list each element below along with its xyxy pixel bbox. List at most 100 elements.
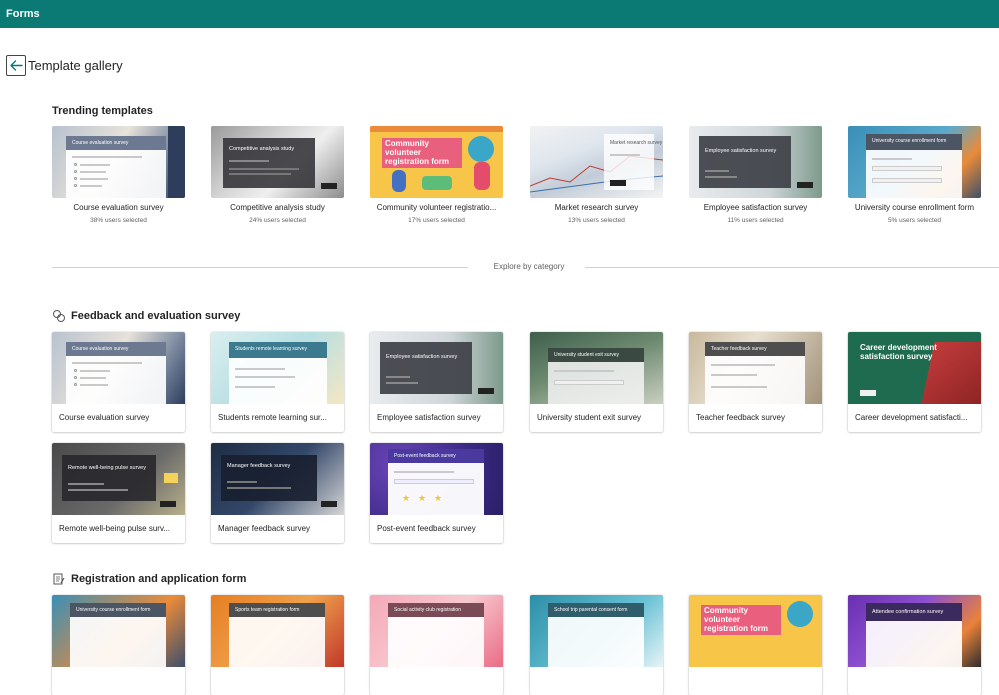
template-card-attendee-confirmation[interactable]: Attendee confirmation survey (848, 595, 981, 695)
template-card-career-development[interactable]: Career development satisfaction survey C… (848, 332, 981, 432)
registration-heading-label: Registration and application form (71, 573, 247, 585)
feedback-category-icon (52, 309, 66, 323)
registration-category-icon (52, 572, 66, 586)
thumbnail-title: Sports team registration form (235, 607, 300, 613)
template-thumbnail: School trip parental consent form (530, 595, 663, 667)
star-icon: ★ (418, 493, 427, 503)
template-thumbnail: Social activity club registration (370, 595, 503, 667)
thumbnail-title: Course evaluation survey (72, 346, 129, 352)
template-thumbnail: Remote well-being pulse survey (52, 443, 185, 515)
template-thumbnail: Course evaluation survey (52, 126, 185, 198)
template-thumbnail: Competitive analysis study (211, 126, 344, 198)
template-card-university-student-exit[interactable]: University student exit survey Universit… (530, 332, 663, 432)
template-name: University student exit survey (537, 413, 642, 422)
page-title: Template gallery (28, 58, 123, 73)
app-name[interactable]: Forms (6, 8, 40, 20)
template-thumbnail: University course enrollment form (52, 595, 185, 667)
template-thumbnail: Employee satisfaction survey (370, 332, 503, 404)
thumbnail-title: Employee satisfaction survey (386, 354, 458, 360)
thumbnail-title: Students remote learning survey (235, 346, 307, 352)
usage-percentage: 24% users selected (249, 217, 306, 224)
template-thumbnail: Teacher feedback survey (689, 332, 822, 404)
thumbnail-title: Post-event feedback survey (394, 453, 456, 459)
usage-percentage: 5% users selected (887, 217, 942, 224)
template-card-post-event-feedback[interactable]: Post-event feedback survey ★ ★ ★ Post-ev… (370, 443, 503, 543)
template-thumbnail: Post-event feedback survey ★ ★ ★ (370, 443, 503, 515)
template-card-school-trip-consent[interactable]: School trip parental consent form (530, 595, 663, 695)
template-name: Career development satisfacti... (855, 413, 968, 422)
thumbnail-title: Attendee confirmation survey (872, 609, 944, 615)
star-icon: ★ (402, 493, 411, 503)
template-thumbnail: University course enrollment form (848, 126, 981, 198)
template-name: Manager feedback survey (218, 524, 311, 533)
thumbnail-title: Market research survey (610, 140, 663, 146)
divider-right (585, 267, 999, 268)
feedback-heading-label: Feedback and evaluation survey (71, 310, 241, 322)
template-thumbnail: Market research survey (530, 126, 663, 198)
thumbnail-title: Teacher feedback survey (711, 346, 767, 352)
template-name: Market research survey (554, 203, 639, 212)
template-card-manager-feedback[interactable]: Manager feedback survey Manager feedback… (211, 443, 344, 543)
trending-template-course-evaluation[interactable]: Course evaluation survey Course evaluati… (52, 126, 185, 224)
trending-template-university-enrollment[interactable]: University course enrollment form Univer… (848, 126, 981, 224)
template-card-teacher-feedback[interactable]: Teacher feedback survey Teacher feedback… (689, 332, 822, 432)
thumbnail-title: Manager feedback survey (227, 463, 291, 469)
template-name: Employee satisfaction survey (377, 413, 481, 422)
thumbnail-title: University student exit survey (554, 352, 620, 358)
template-thumbnail: Manager feedback survey (211, 443, 344, 515)
template-name: Course evaluation survey (59, 413, 150, 422)
divider-left (52, 267, 468, 268)
template-thumbnail: Employee satisfaction survey (689, 126, 822, 198)
template-thumbnail: University student exit survey (530, 332, 663, 404)
usage-percentage: 13% users selected (568, 217, 625, 224)
template-thumbnail: Attendee confirmation survey (848, 595, 981, 667)
trending-template-employee-satisfaction[interactable]: Employee satisfaction survey Employee sa… (689, 126, 822, 224)
template-name: Community volunteer registratio... (376, 203, 497, 212)
top-bar: Forms (0, 0, 999, 28)
thumbnail-title: School trip parental consent form (554, 607, 628, 613)
template-card-sports-team[interactable]: Sports team registration form (211, 595, 344, 695)
template-card-community-volunteer[interactable]: Community volunteer registration form (689, 595, 822, 695)
thumbnail-title: Course evaluation survey (72, 140, 129, 146)
feedback-heading: Feedback and evaluation survey (52, 309, 240, 323)
template-name: Employee satisfaction survey (703, 203, 808, 212)
trending-heading: Trending templates (52, 105, 153, 117)
template-name: Competitive analysis study (230, 203, 325, 212)
template-card-employee-satisfaction[interactable]: Employee satisfaction survey Employee sa… (370, 332, 503, 432)
thumbnail-title: Community volunteer registration form (701, 605, 781, 636)
thumbnail-title: Competitive analysis study (229, 146, 295, 152)
star-icon: ★ (434, 493, 443, 503)
template-card-social-activity-club[interactable]: Social activity club registration (370, 595, 503, 695)
thumbnail-title: University course enrollment form (76, 607, 151, 613)
template-thumbnail: Community volunteer registration form (689, 595, 822, 667)
arrow-left-icon (9, 60, 23, 71)
usage-percentage: 17% users selected (408, 217, 465, 224)
thumbnail-title: Community volunteer registration form (382, 138, 462, 169)
template-thumbnail: Course evaluation survey (52, 332, 185, 404)
registration-heading: Registration and application form (52, 572, 246, 586)
trending-heading-label: Trending templates (52, 105, 153, 117)
template-card-course-evaluation[interactable]: Course evaluation survey Course evaluati… (52, 332, 185, 432)
thumbnail-title: University course enrollment form (872, 138, 947, 144)
usage-percentage: 38% users selected (90, 217, 147, 224)
template-name: Teacher feedback survey (696, 413, 785, 422)
template-name: Course evaluation survey (73, 203, 164, 212)
thumbnail-title: Career development satisfaction survey (860, 343, 937, 361)
template-card-remote-wellbeing[interactable]: Remote well-being pulse survey Remote we… (52, 443, 185, 543)
back-button[interactable] (6, 55, 26, 76)
template-card-university-enrollment[interactable]: University course enrollment form (52, 595, 185, 695)
template-name: University course enrollment form (854, 203, 975, 212)
trending-template-market-research[interactable]: Market research survey Market research s… (530, 126, 663, 224)
thumbnail-title: Employee satisfaction survey (705, 148, 777, 154)
template-name: Remote well-being pulse surv... (59, 524, 171, 533)
thumbnail-title: Remote well-being pulse survey (68, 465, 146, 471)
template-name: Students remote learning sur... (218, 413, 327, 422)
template-card-students-remote-learning[interactable]: Students remote learning survey Students… (211, 332, 344, 432)
thumbnail-title: Social activity club registration (394, 607, 461, 613)
template-thumbnail: Community volunteer registration form (370, 126, 503, 198)
template-thumbnail: Sports team registration form (211, 595, 344, 667)
trending-template-competitive-analysis[interactable]: Competitive analysis study Competitive a… (211, 126, 344, 224)
template-thumbnail: Career development satisfaction survey (848, 332, 981, 404)
explore-by-category-label: Explore by category (493, 262, 565, 271)
trending-template-community-volunteer[interactable]: Community volunteer registration form Co… (370, 126, 503, 224)
